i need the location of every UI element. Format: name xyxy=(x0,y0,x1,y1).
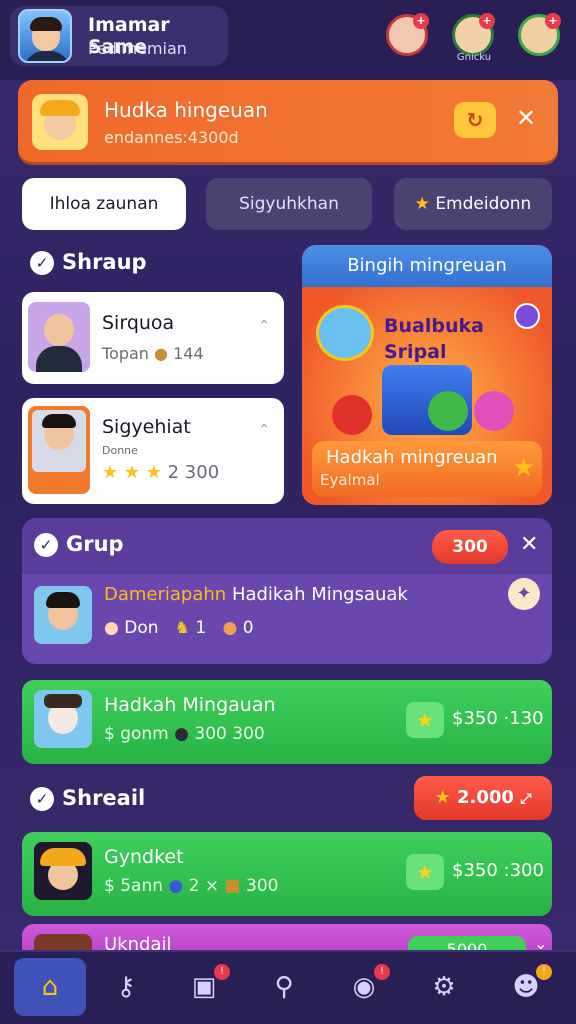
chevron-up-icon[interactable]: ⌃ xyxy=(258,422,270,438)
group-row[interactable]: Dameriapahn Hadikah Mingsauak ● Don ♞ 1 … xyxy=(22,574,552,664)
profile-card[interactable]: Imamar Same Pedlmemian xyxy=(10,6,228,66)
tab-ihloa[interactable]: Ihloa zaunan xyxy=(22,178,186,230)
reward-avatar xyxy=(34,690,92,748)
check-icon: ✓ xyxy=(34,533,58,557)
shreail-reward-pill[interactable]: ★ 2.000 ⤢ xyxy=(414,776,552,820)
search-icon[interactable]: ⚲ xyxy=(248,958,320,1016)
member-name: Sirquoa xyxy=(102,312,175,334)
star-icon: ★ xyxy=(434,787,451,808)
reward-amount: $350 :300 xyxy=(452,860,544,881)
member-stat-label: Donne xyxy=(102,444,138,457)
friend-avatar-3[interactable]: + xyxy=(518,13,561,56)
promo-title: Bualbuka Sripal xyxy=(384,315,484,363)
tab-sigyuhkhan[interactable]: Sigyuhkhan xyxy=(206,178,372,230)
gear-icon[interactable]: ⚙ xyxy=(408,958,480,1016)
close-icon[interactable]: ✕ xyxy=(516,104,536,132)
group-panel: ✓ Grup 300 ✕ Dameriapahn Hadikah Mingsaua… xyxy=(22,518,552,664)
promo-header: Bingih mingreuan xyxy=(302,245,552,287)
key-icon[interactable]: ⚷ xyxy=(90,958,162,1016)
member-stat: Topan ● 144 xyxy=(102,344,204,363)
banner-title: Hudka hingeuan xyxy=(104,98,268,122)
compass-icon[interactable]: ✦ xyxy=(508,578,540,610)
user-icon[interactable]: ☻! xyxy=(490,958,562,1016)
candy-icon xyxy=(428,391,468,431)
tab-emdeidonn[interactable]: ★ Emdeidonn xyxy=(394,178,552,230)
calendar-icon[interactable]: ▣! xyxy=(168,958,240,1016)
promo-footer-title: Hadkah mingreuan xyxy=(326,447,498,468)
close-icon[interactable]: ✕ xyxy=(520,532,538,557)
group-row-title: Dameriapahn Hadikah Mingsauak xyxy=(104,584,408,605)
member-card[interactable]: Sigyehiat Donne ★ ★ ★ 2 300 ⌃ xyxy=(22,398,284,504)
promo-footer-button[interactable]: Hadkah mingreuan Eyalmal ★ xyxy=(312,441,542,497)
section-grup: ✓ Grup xyxy=(34,532,124,557)
tab-label: Emdeidonn xyxy=(435,194,532,214)
section-shraup: ✓ Shraup xyxy=(30,250,147,275)
member-avatar xyxy=(28,302,90,372)
notification-badge: + xyxy=(479,13,495,29)
arrow-icon: ⤢ xyxy=(520,791,532,807)
reward-title: Hadkah Mingauan xyxy=(104,694,276,716)
friend-caption: Gnicku xyxy=(456,52,492,63)
reward-sub: $ 5ann ● 2 × ■ 300 xyxy=(104,876,279,896)
candy-icon xyxy=(332,395,372,435)
star-icon: ★ xyxy=(414,194,430,214)
reward-row[interactable]: Gyndket $ 5ann ● 2 × ■ 300 ★ $350 :300 xyxy=(22,832,552,916)
group-row-stats: ● Don ♞ 1 ● 0 xyxy=(104,618,254,638)
banner-character-icon xyxy=(32,94,88,150)
member-avatar xyxy=(28,406,90,494)
check-icon: ✓ xyxy=(30,787,54,811)
profile-subtitle: Pedlmemian xyxy=(88,39,187,58)
home-icon[interactable]: ⌂ xyxy=(14,958,86,1016)
gem-icon xyxy=(514,303,540,329)
member-name: Sigyehiat xyxy=(102,416,191,438)
reward-title: Gyndket xyxy=(104,846,184,868)
reward-sub: $ gonm ● 300 300 xyxy=(104,724,265,744)
coin-icon: ● xyxy=(154,344,169,363)
group-count-pill[interactable]: 300 xyxy=(432,530,508,564)
mascot-icon xyxy=(316,305,374,361)
banner-subtitle: endannes:4300d xyxy=(104,128,239,147)
star-icon: ★ xyxy=(406,854,444,890)
banner-action-button[interactable]: ↻ xyxy=(454,102,496,138)
promo-footer-sub: Eyalmal xyxy=(320,471,380,489)
candy-icon xyxy=(474,391,514,431)
member-rating: ★ ★ ★ 2 300 xyxy=(102,462,220,483)
chevron-up-icon[interactable]: ⌃ xyxy=(258,318,270,334)
user-avatar xyxy=(18,9,72,63)
promo-banner[interactable]: Hudka hingeuan endannes:4300d ↻ ✕ xyxy=(18,80,558,162)
reward-row[interactable]: Hadkah Mingauan $ gonm ● 300 300 ★ $350 … xyxy=(22,680,552,764)
friend-avatar-1[interactable]: + xyxy=(386,13,429,56)
profile-badge-icon[interactable]: ◉! xyxy=(328,958,400,1016)
section-shreail: ✓ Shreail xyxy=(30,786,145,811)
reward-amount: $350 ·130 xyxy=(452,708,544,729)
reward-avatar xyxy=(34,842,92,900)
promo-card[interactable]: Bingih mingreuan Bualbuka Sripal Hadkah … xyxy=(302,245,552,505)
member-card[interactable]: Sirquoa Topan ● 144 ⌃ xyxy=(22,292,284,384)
star-icon: ★ xyxy=(512,453,536,483)
check-icon: ✓ xyxy=(30,251,54,275)
notification-badge: + xyxy=(413,13,429,29)
friend-avatar-2[interactable]: + xyxy=(452,13,495,56)
star-icon: ★ xyxy=(406,702,444,738)
notification-badge: + xyxy=(545,13,561,29)
group-avatar xyxy=(34,586,92,644)
bottom-nav: ⌂ ⚷ ▣! ⚲ ◉! ⚙ ☻! xyxy=(0,950,576,1024)
